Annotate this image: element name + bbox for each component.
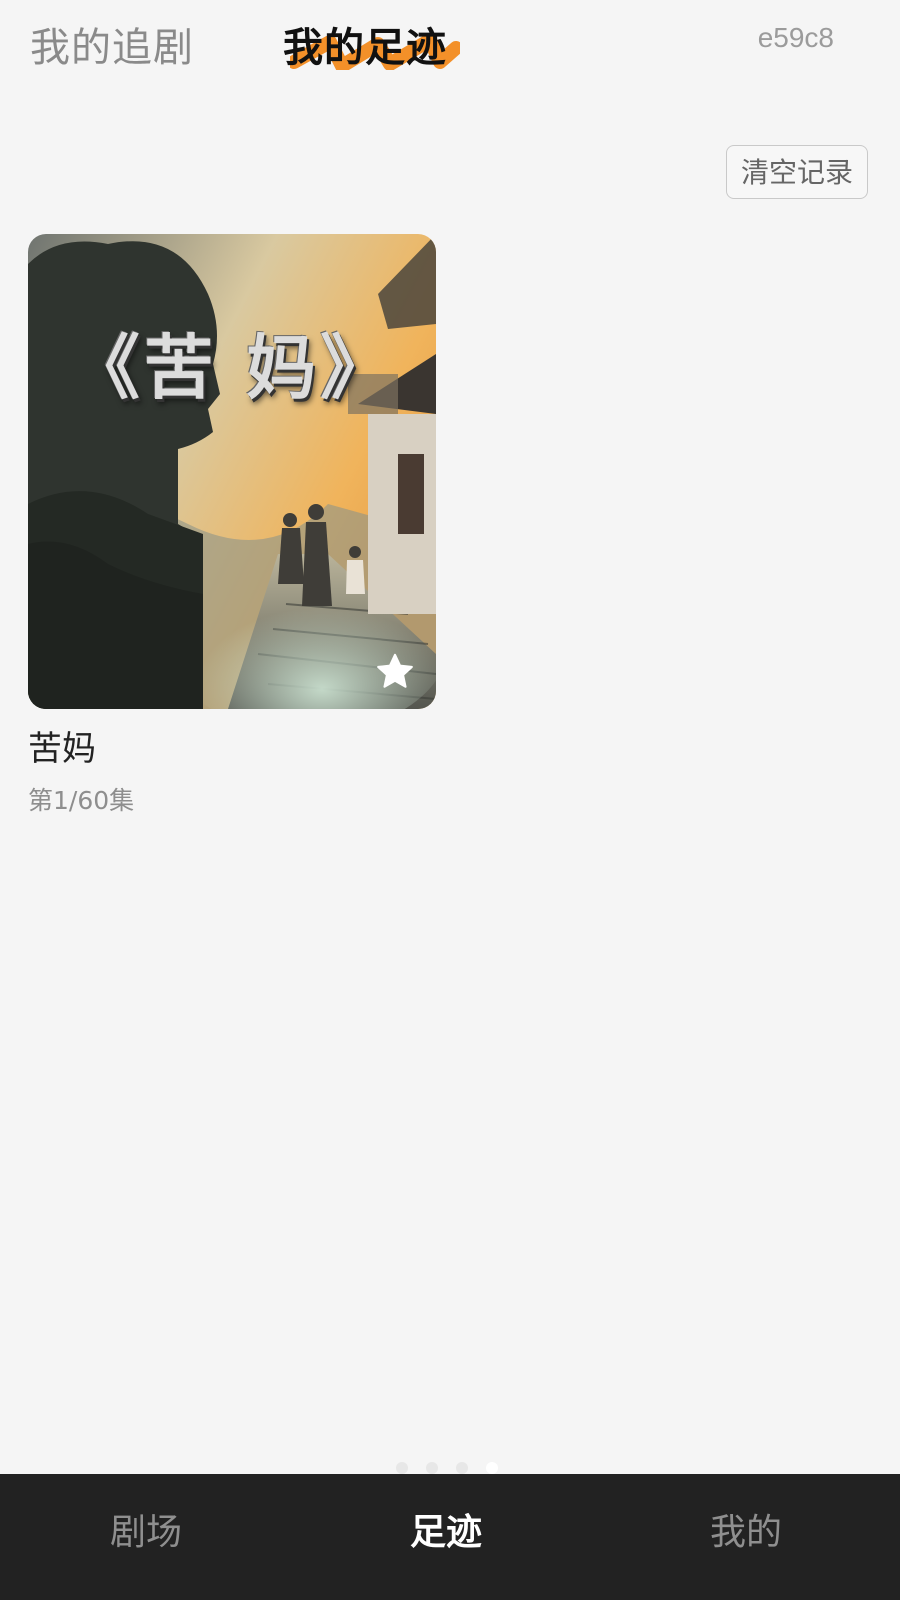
star-icon[interactable] [374,651,416,693]
page-dot-active [486,1462,498,1474]
bottom-navigation-bar: 剧场 足迹 我的 [0,1474,900,1600]
drama-title: 苦妈 [28,729,96,769]
poster-artwork [28,234,436,709]
top-tab-bar: 我的追剧 我的足迹 e59c8 [0,0,900,100]
page-dot [396,1462,408,1474]
user-id: e59c8 [757,22,834,53]
poster-title-text: 《苦 妈》 [69,326,395,409]
nav-theater[interactable]: 剧场 [110,1510,182,1556]
nav-history[interactable]: 足迹 [410,1510,482,1556]
episode-progress: 第1/60集 [28,786,135,815]
page-dot [426,1462,438,1474]
page-indicator [396,1462,498,1476]
drama-poster[interactable]: 《苦 妈》 [28,234,436,709]
tab-my-following[interactable]: 我的追剧 [30,18,194,78]
clear-history-button[interactable]: 清空记录 [726,145,868,199]
page-dot [456,1462,468,1474]
tab-my-history[interactable]: 我的足迹 [283,18,447,78]
nav-mine[interactable]: 我的 [710,1510,782,1556]
history-item[interactable]: 《苦 妈》 苦妈 第1/60集 [28,234,436,817]
